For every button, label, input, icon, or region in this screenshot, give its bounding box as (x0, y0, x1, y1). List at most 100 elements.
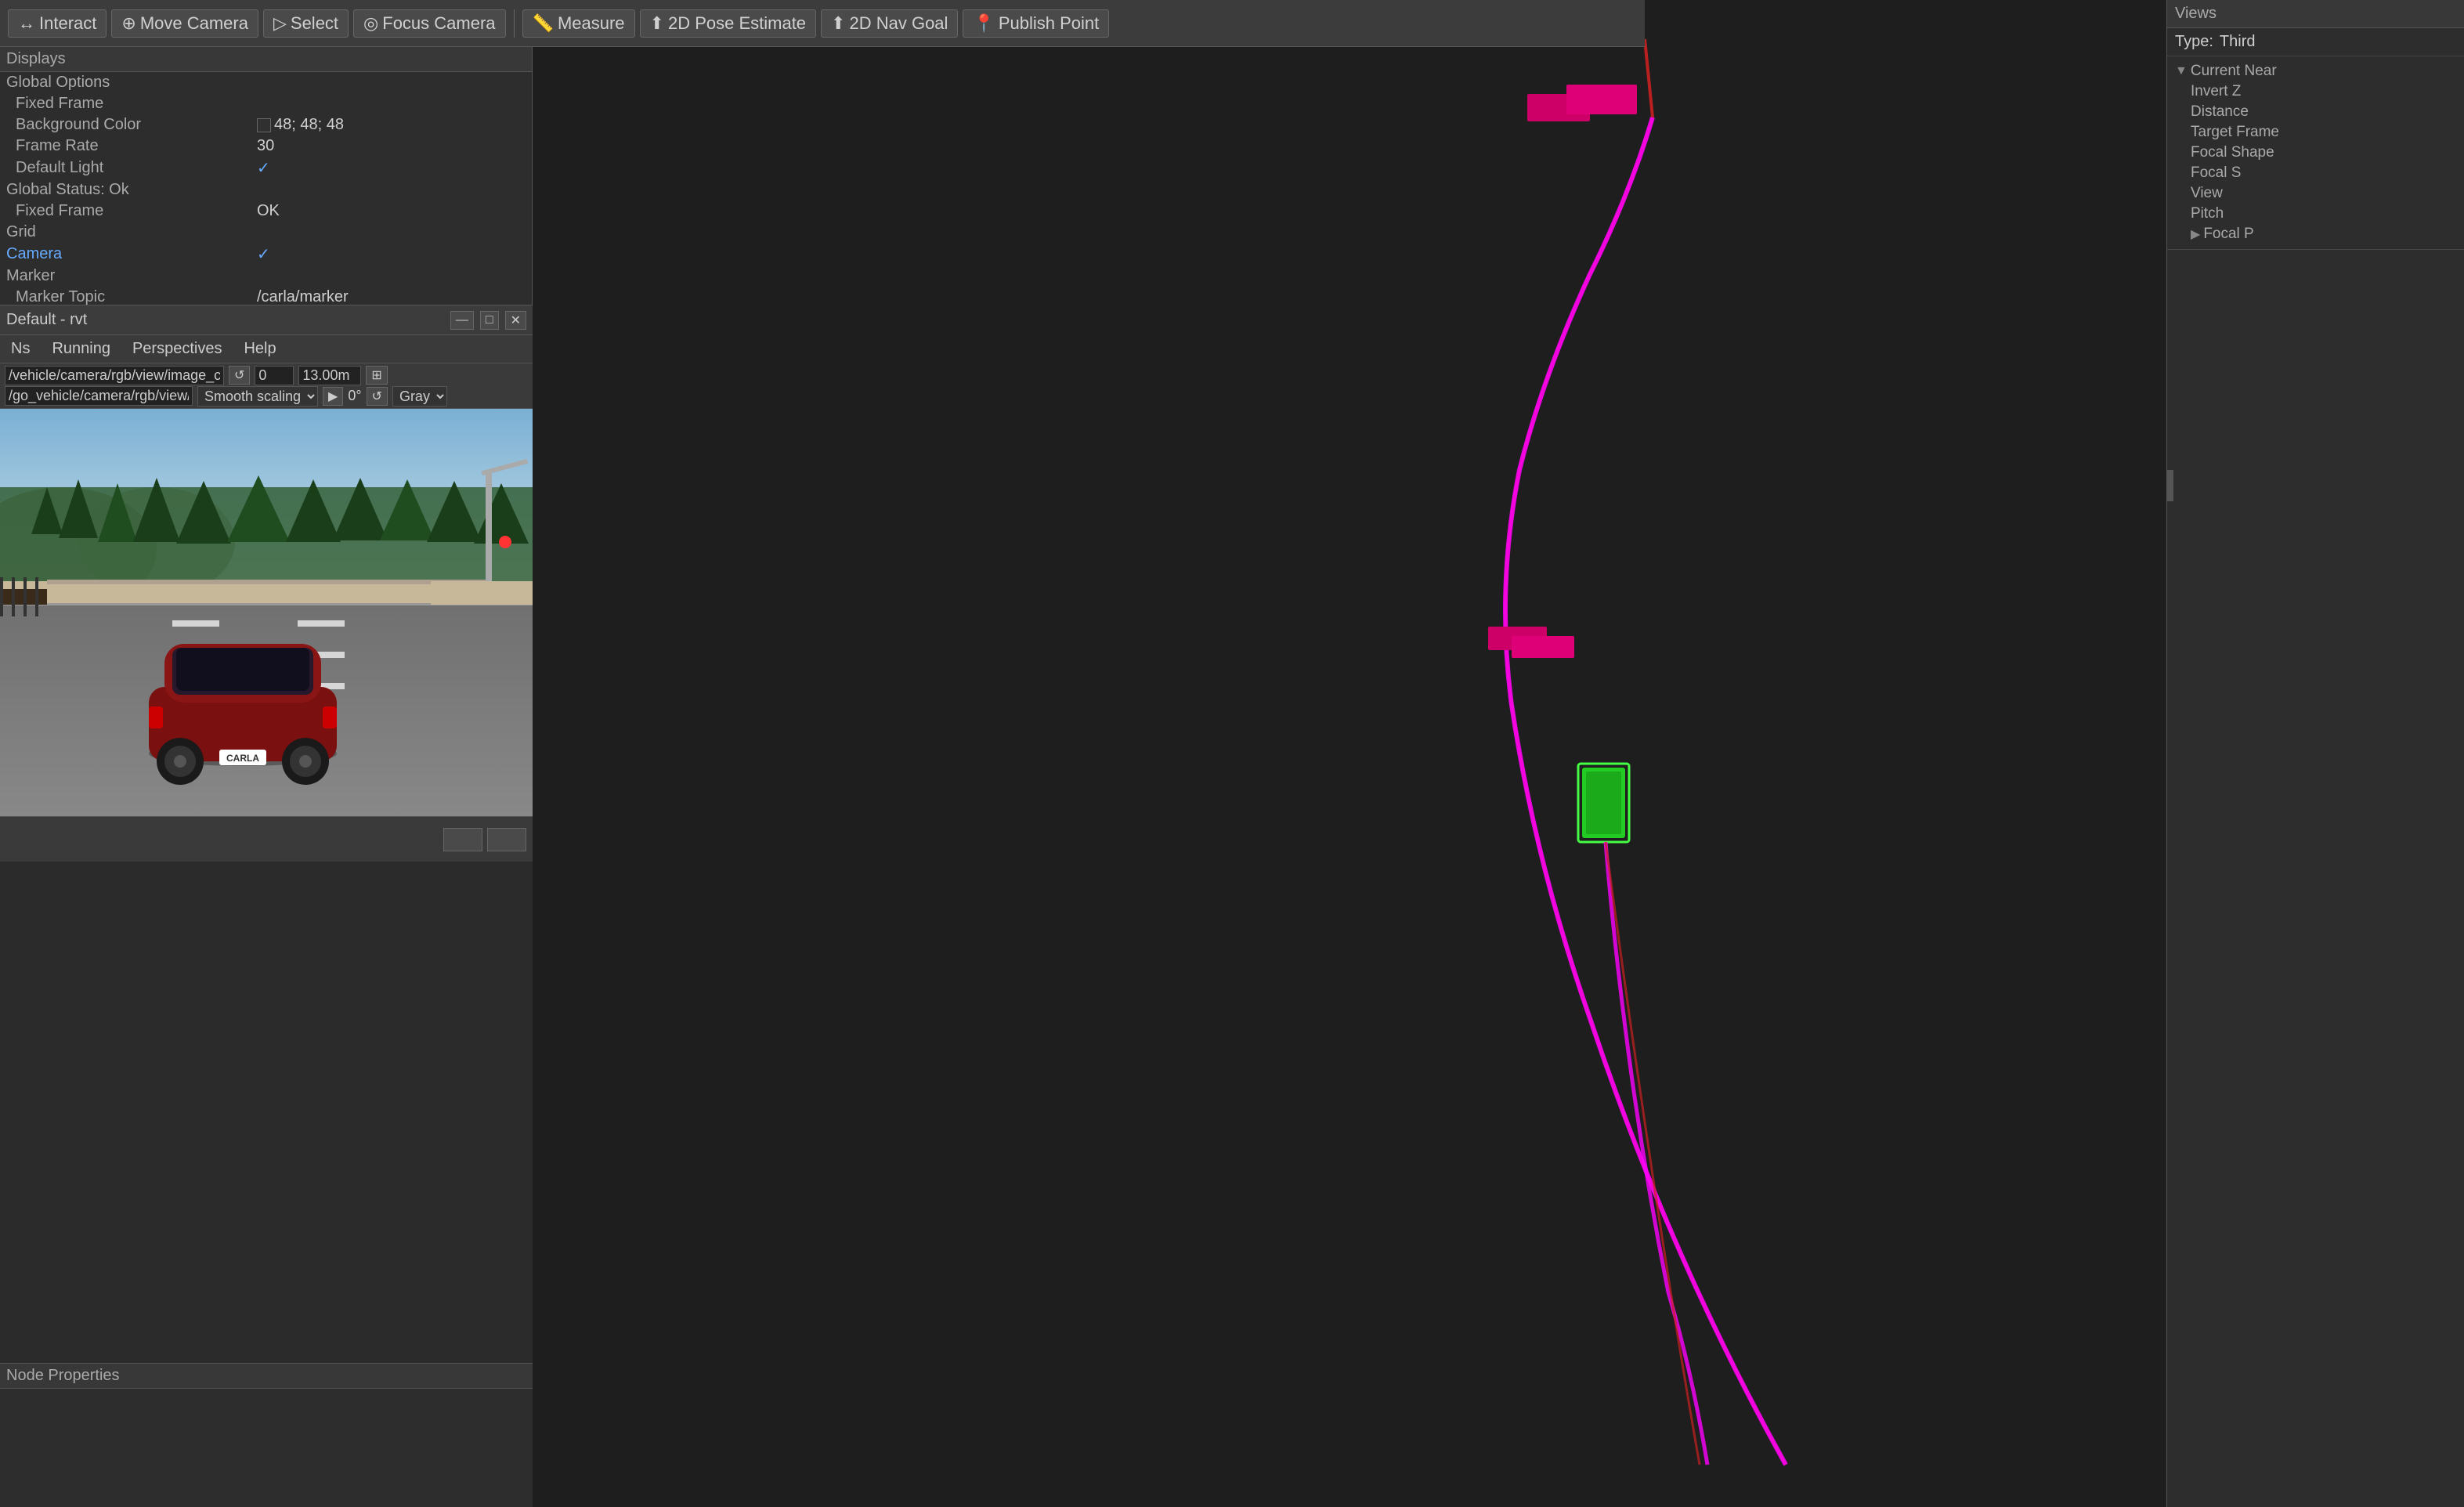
pitch-prop: Pitch (2175, 204, 2456, 224)
properties-table: Global Options Fixed Frame Background Co… (0, 72, 532, 305)
focus-camera-icon: ◎ (363, 13, 378, 34)
focal-p-prop: ▶ Focal P (2175, 224, 2456, 244)
displays-panel: Displays Global Options Fixed Frame Back… (0, 47, 533, 305)
prop-label: Fixed Frame (0, 201, 251, 222)
menu-perspectives[interactable]: Perspectives (128, 338, 227, 360)
focal-shape-prop: Focal Shape (2175, 143, 2456, 163)
prop-label: Frame Rate (0, 136, 251, 157)
invert-z-label: Invert Z (2191, 83, 2241, 100)
views-label: Views (2175, 5, 2217, 23)
menu-ns[interactable]: Ns (6, 338, 34, 360)
rotate-button[interactable]: ↺ (367, 387, 388, 406)
focal-s-prop: Focal S (2175, 163, 2456, 183)
focal-p-label: Focal P (2203, 226, 2253, 243)
publish-label: Publish Point (999, 13, 1099, 34)
right-panel-header: Views (2167, 0, 2464, 28)
current-near-prop: ▼ Current Near (2175, 61, 2456, 81)
map-viewport[interactable] (533, 0, 2357, 1507)
prop-global-status: Global Status: Ok (0, 179, 532, 201)
prop-global-options: Global Options (0, 72, 532, 93)
prop-label: Background Color (0, 114, 251, 136)
bottom-btn-2[interactable] (487, 828, 526, 851)
go-button[interactable]: ▶ (323, 387, 343, 406)
expand-arrow-icon: ▼ (2175, 64, 2188, 78)
displays-title: Displays (0, 47, 532, 72)
focal-expand-icon: ▶ (2191, 226, 2200, 242)
prop-label: Global Status: Ok (0, 179, 251, 201)
prop-label: Marker Topic (0, 287, 251, 305)
pose-icon: ⬆ (650, 13, 664, 34)
panel-resize-handle[interactable] (2167, 470, 2173, 501)
pose-estimate-button[interactable]: ⬆ 2D Pose Estimate (640, 9, 817, 38)
right-panel: Views Type: Third ▼ Current Near Invert … (2166, 0, 2464, 1507)
topic-input[interactable] (5, 366, 224, 385)
panel-bottom-area: Node Properties (0, 1363, 533, 1507)
camera-viewport[interactable]: CARLA (0, 409, 533, 816)
focus-camera-label: Focus Camera (382, 13, 495, 34)
focus-camera-button[interactable]: ◎ Focus Camera (353, 9, 505, 38)
view-label: View (2191, 185, 2223, 202)
main-toolbar: ↔ Interact ⊕ Move Camera ▷ Select ◎ Focu… (0, 0, 1645, 47)
target-frame-label: Target Frame (2191, 124, 2279, 141)
nav-icon: ⬆ (831, 13, 845, 34)
prop-marker-topic: Marker Topic /carla/marker (0, 287, 532, 305)
publish-icon: 📍 (973, 13, 994, 34)
menu-help[interactable]: Help (239, 338, 280, 360)
prop-value (251, 72, 532, 93)
prop-default-light: Default Light (0, 157, 532, 179)
nav-label: 2D Nav Goal (849, 13, 948, 34)
scaling-select[interactable]: Smooth scaling (197, 386, 318, 407)
prop-label: Fixed Frame (0, 93, 251, 114)
checkbox-icon (257, 246, 270, 263)
fps-input[interactable] (298, 366, 361, 385)
color-select[interactable]: Gray (392, 386, 447, 407)
menu-running[interactable]: Running (47, 338, 115, 360)
prop-value (251, 93, 532, 114)
prop-value (251, 179, 532, 201)
measure-button[interactable]: 📏 Measure (522, 9, 635, 38)
current-near-label: Current Near (2191, 63, 2277, 80)
minimize-button[interactable]: — (450, 311, 474, 330)
prop-value (251, 222, 532, 243)
prop-value (251, 243, 532, 266)
maximize-button[interactable]: □ (480, 311, 499, 330)
move-camera-label: Move Camera (140, 13, 248, 34)
move-camera-icon: ⊕ (121, 13, 135, 34)
rviz-header-bar: Default - rvt — □ ✕ (0, 305, 533, 335)
invert-z-prop: Invert Z (2175, 81, 2456, 102)
prop-camera: Camera (0, 243, 532, 266)
interact-label: Interact (39, 13, 96, 34)
focal-s-label: Focal S (2191, 164, 2241, 182)
focal-shape-label: Focal Shape (2191, 144, 2274, 161)
queue-input[interactable] (255, 366, 294, 385)
rviz-title: Default - rvt (6, 311, 87, 329)
close-button[interactable]: ✕ (505, 311, 526, 330)
interact-button[interactable]: ↔ Interact (8, 9, 107, 38)
image-controls: ↺ ⊞ Smooth scaling ▶ 0° ↺ Gray (0, 363, 533, 409)
prop-label: Default Light (0, 157, 251, 179)
refresh-button[interactable]: ↺ (229, 366, 250, 385)
select-button[interactable]: ▷ Select (263, 9, 349, 38)
measure-icon: 📏 (533, 13, 554, 34)
prop-label: Grid (0, 222, 251, 243)
prop-frame-rate: Frame Rate 30 (0, 136, 532, 157)
prop-label: Marker (0, 266, 251, 287)
svg-text:CARLA: CARLA (226, 753, 259, 764)
topic2-input[interactable] (5, 386, 193, 406)
checkbox-icon (257, 160, 270, 177)
nav-goal-button[interactable]: ⬆ 2D Nav Goal (821, 9, 958, 38)
road-scene-svg: CARLA (0, 409, 533, 816)
bottom-btn-1[interactable] (443, 828, 482, 851)
scaling-row: Smooth scaling ▶ 0° ↺ Gray (5, 386, 528, 407)
prop-value: 30 (251, 136, 532, 157)
distance-prop: Distance (2175, 102, 2456, 122)
move-camera-button[interactable]: ⊕ Move Camera (111, 9, 258, 38)
topic-row: ↺ ⊞ (5, 366, 528, 385)
interact-icon: ↔ (18, 13, 35, 34)
panel-bottom-title: Node Properties (0, 1364, 533, 1389)
rotation-label: 0° (348, 388, 361, 404)
publish-point-button[interactable]: 📍 Publish Point (963, 9, 1109, 38)
select-icon: ▷ (273, 13, 287, 34)
expand-button[interactable]: ⊞ (366, 366, 387, 385)
prop-value: 48; 48; 48 (251, 114, 532, 136)
